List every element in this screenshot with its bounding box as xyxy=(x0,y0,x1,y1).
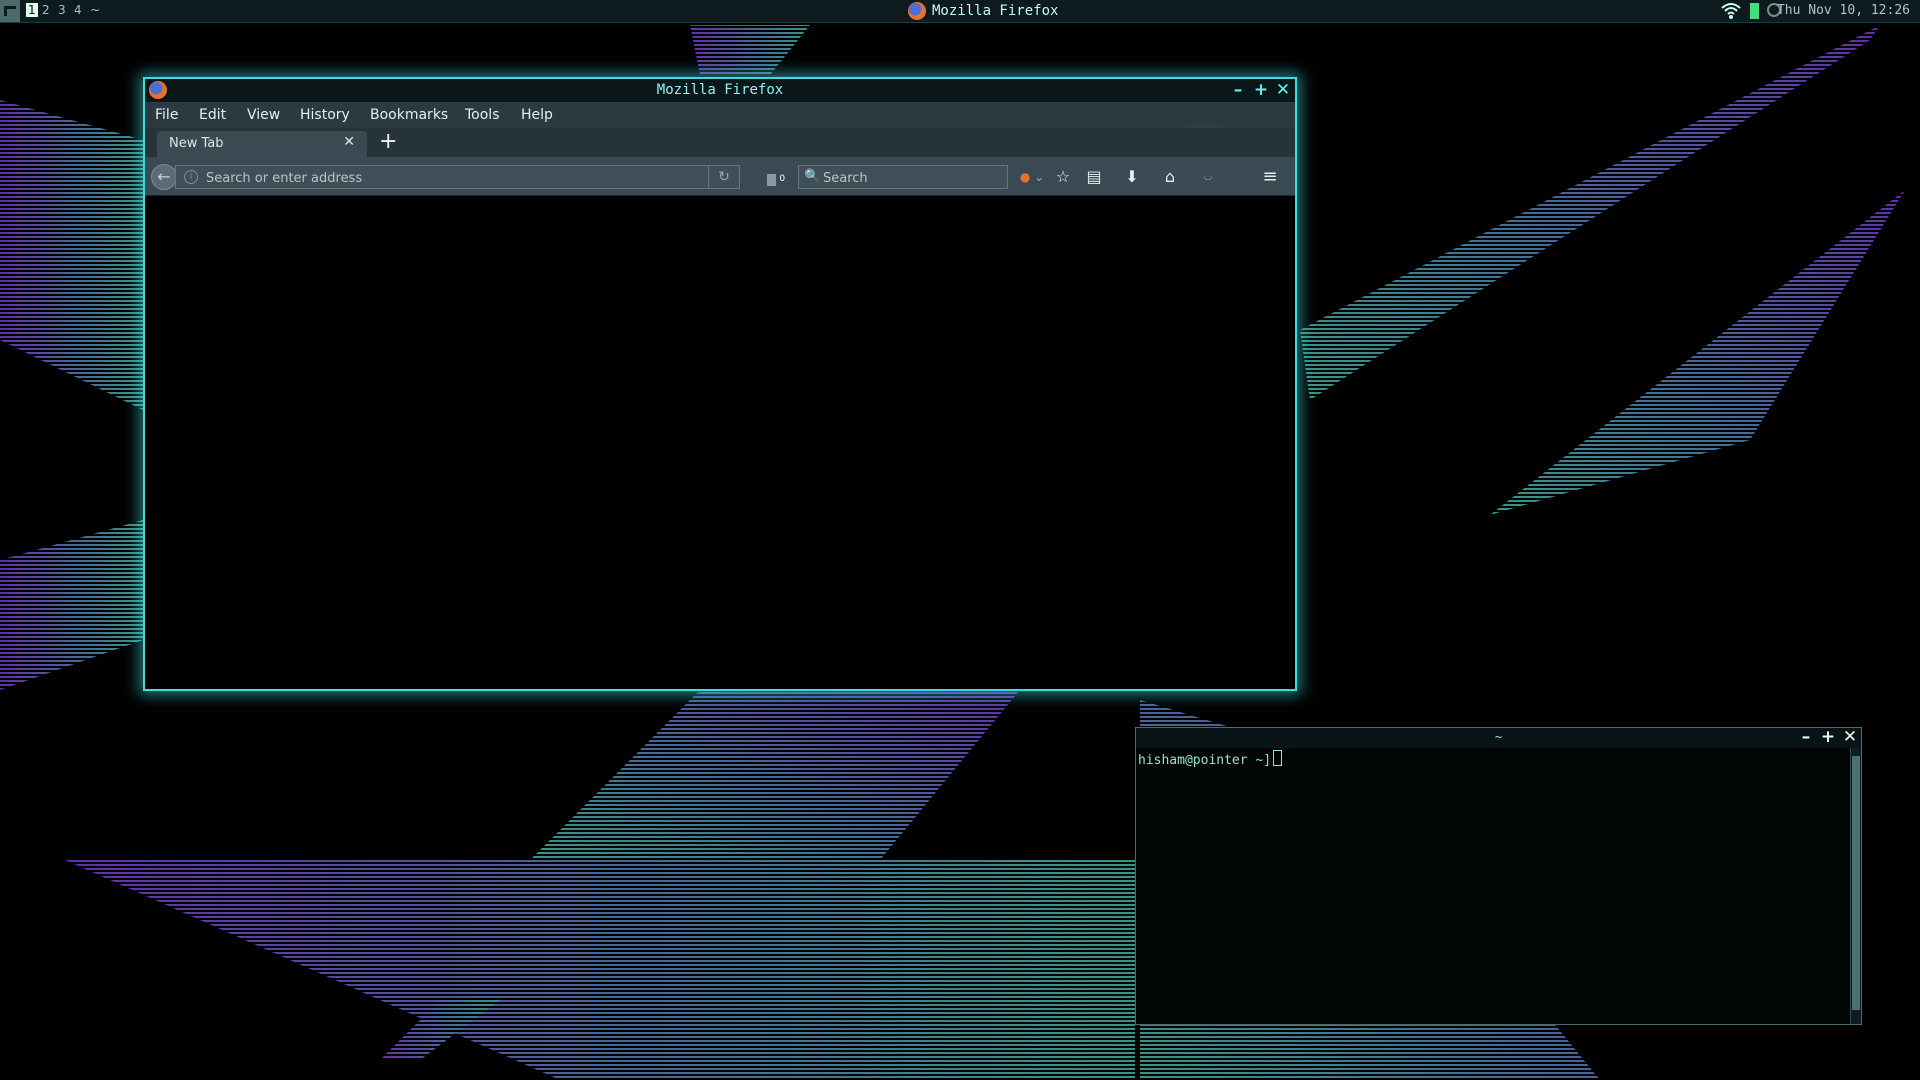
terminal-prompt[interactable]: hisham@pointer ~] xyxy=(1138,750,1283,768)
search-icon: 🔍 xyxy=(804,169,821,184)
terminal-close-button[interactable]: ✕ xyxy=(1841,728,1859,746)
minimize-button[interactable]: – xyxy=(1229,80,1247,100)
tab-label: New Tab xyxy=(169,136,224,151)
menu-history[interactable]: History xyxy=(300,107,350,123)
terminal-maximize-button[interactable]: + xyxy=(1819,728,1837,746)
menu-help[interactable]: Help xyxy=(521,107,553,123)
menu-edit[interactable]: Edit xyxy=(199,107,226,123)
prompt-text: hisham@pointer ~] xyxy=(1138,753,1272,768)
tab-new-tab[interactable]: New Tab ✕ xyxy=(157,131,367,157)
search-engine-icon[interactable]: ● ⌄ xyxy=(1015,166,1049,188)
app-menu-button[interactable] xyxy=(0,0,20,22)
firefox-taskbar-icon[interactable] xyxy=(908,2,926,20)
workspace-2[interactable]: 2 xyxy=(42,3,50,17)
menu-tools[interactable]: Tools xyxy=(465,107,500,123)
tab-bar: New Tab ✕ + xyxy=(145,128,1295,157)
window-titlebar[interactable]: Mozilla Firefox – + ✕ xyxy=(145,79,1295,102)
menu-bookmarks[interactable]: Bookmarks xyxy=(370,107,448,123)
close-button[interactable]: ✕ xyxy=(1274,80,1292,100)
terminal-title: ~ xyxy=(1494,730,1503,744)
home-icon[interactable]: ⌂ xyxy=(1159,166,1181,188)
top-panel: 1 2 3 4 ~ Mozilla Firefox Thu Nov 10, 12… xyxy=(0,0,1920,23)
reading-list-icon[interactable]: ▤ xyxy=(1083,166,1105,188)
text-cursor xyxy=(1273,750,1283,766)
search-input[interactable] xyxy=(821,168,1005,188)
menu-view[interactable]: View xyxy=(247,107,280,123)
menu-bar: File Edit View History Bookmarks Tools H… xyxy=(145,102,1295,222)
reload-icon[interactable]: ↻ xyxy=(708,166,739,188)
info-icon[interactable]: i xyxy=(184,170,198,184)
download-badge: 0 xyxy=(779,174,786,184)
tab-close-icon[interactable]: ✕ xyxy=(343,134,355,150)
menu-file[interactable]: File xyxy=(155,107,178,123)
workspace-3[interactable]: 3 xyxy=(58,3,66,17)
page-content[interactable] xyxy=(145,196,1295,687)
star-icon[interactable]: ☆ xyxy=(1052,166,1074,188)
nav-toolbar: ← i ↻ 0 🔍 ● ⌄ ☆ ▤ ⬇ ⌂ ◡ ≡ xyxy=(145,157,1295,196)
workspace-4[interactable]: 4 xyxy=(74,3,82,17)
workspace-1[interactable]: 1 xyxy=(26,3,38,17)
terminal-scrollbar[interactable] xyxy=(1850,748,1861,1024)
url-input[interactable] xyxy=(204,168,688,188)
terminal-titlebar[interactable]: ~ – + ✕ xyxy=(1136,728,1861,748)
scrollbar-thumb[interactable] xyxy=(1852,756,1860,1010)
pocket-icon[interactable]: 0 xyxy=(765,168,787,190)
search-bar[interactable]: 🔍 xyxy=(798,165,1008,189)
firefox-window: Mozilla Firefox – + ✕ File Edit View His… xyxy=(143,77,1297,691)
extension-icon[interactable]: ◡ xyxy=(1197,166,1219,188)
taskbar-window-title[interactable]: Mozilla Firefox xyxy=(932,3,1058,19)
wifi-icon[interactable] xyxy=(1720,2,1742,20)
maximize-button[interactable]: + xyxy=(1252,80,1270,100)
url-bar[interactable]: i ↻ xyxy=(175,165,740,189)
terminal-minimize-button[interactable]: – xyxy=(1797,728,1815,746)
new-tab-button[interactable]: + xyxy=(379,130,397,154)
window-title: Mozilla Firefox xyxy=(656,82,784,98)
terminal-window: ~ – + ✕ hisham@pointer ~] xyxy=(1135,727,1862,1025)
download-icon[interactable]: ⬇ xyxy=(1121,166,1143,188)
hamburger-menu-icon[interactable]: ≡ xyxy=(1259,166,1281,188)
workspace-home[interactable]: ~ xyxy=(90,3,100,17)
back-button[interactable]: ← xyxy=(151,164,177,190)
battery-icon[interactable] xyxy=(1750,3,1759,19)
clock[interactable]: Thu Nov 10, 12:26 xyxy=(1777,3,1910,18)
